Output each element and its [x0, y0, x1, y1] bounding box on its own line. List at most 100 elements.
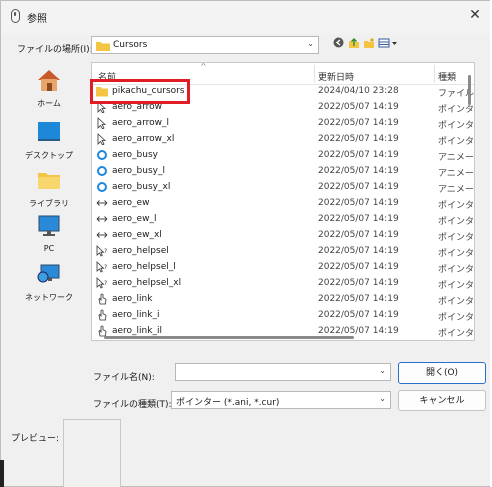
place-desktop-label: デスクトップ	[25, 151, 73, 160]
look-in-combobox[interactable]: Cursors ⌄	[91, 36, 319, 54]
list-item[interactable]: ? aero_helpsel_xl 2022/05/07 14:19 ポインター	[92, 275, 474, 291]
place-home-label: ホーム	[37, 99, 61, 108]
list-item[interactable]: aero_link_i 2022/05/07 14:19 ポインター	[92, 307, 474, 323]
list-item[interactable]: aero_ew_l 2022/05/07 14:19 ポインター	[92, 211, 474, 227]
list-item[interactable]: aero_link 2022/05/07 14:19 ポインター	[92, 291, 474, 307]
file-date: 2022/05/07 14:19	[318, 150, 399, 160]
chevron-down-icon: ⌄	[307, 39, 314, 48]
hand-cursor-icon	[98, 309, 107, 321]
chevron-down-icon: ⌄	[379, 366, 386, 375]
filename-label: ファイル名(N):	[93, 373, 155, 383]
list-item[interactable]: aero_ew_xl 2022/05/07 14:19 ポインター	[92, 227, 474, 243]
hand-cursor-icon	[98, 293, 107, 305]
file-name: aero_ew	[112, 198, 150, 208]
mouse-icon	[11, 9, 20, 23]
open-button[interactable]: 開く(O)	[398, 362, 486, 384]
list-item[interactable]: aero_busy_l 2022/05/07 14:19 アニメーシ	[92, 163, 474, 179]
arrow-cursor-icon	[97, 117, 107, 129]
file-date: 2022/05/07 14:19	[318, 278, 399, 288]
list-item[interactable]: ? aero_helpsel 2022/05/07 14:19 ポインター	[92, 243, 474, 259]
file-date: 2022/05/07 14:19	[318, 198, 399, 208]
file-date: 2022/05/07 14:19	[318, 182, 399, 192]
home-icon	[38, 70, 60, 91]
file-date: 2022/05/07 14:19	[318, 102, 399, 112]
file-name: aero_helpsel_l	[112, 262, 176, 272]
column-header-date[interactable]: 更新日時	[318, 70, 354, 83]
place-library[interactable]: ライブラリ	[9, 167, 89, 209]
list-item[interactable]: aero_ew 2022/05/07 14:19 ポインター	[92, 195, 474, 211]
place-desktop[interactable]: デスクトップ	[9, 119, 89, 161]
scrollbar-thumb[interactable]	[468, 75, 471, 105]
window-title: 参照	[27, 14, 47, 25]
highlight-box	[90, 79, 190, 104]
file-name: aero_link_i	[112, 310, 160, 320]
list-item[interactable]: aero_arrow_l 2022/05/07 14:19 ポインター	[92, 115, 474, 131]
list-item[interactable]: ? aero_helpsel_l 2022/05/07 14:19 ポインター	[92, 259, 474, 275]
place-network[interactable]: ネットワーク	[9, 261, 89, 303]
resize-ew-icon	[96, 200, 108, 206]
file-date: 2022/05/07 14:19	[318, 310, 399, 320]
place-pc[interactable]: PC	[9, 213, 89, 253]
busy-ring-icon	[97, 182, 107, 192]
library-folder-icon	[38, 173, 60, 189]
open-file-dialog: 参照 ✕ ファイルの場所(I): Cursors ⌄ ホーム デスクトップ ライ…	[0, 0, 492, 487]
chevron-down-icon: ⌄	[379, 394, 386, 403]
file-name: aero_busy	[112, 150, 158, 160]
close-button[interactable]: ✕	[467, 7, 483, 23]
list-item[interactable]: aero_busy_xl 2022/05/07 14:19 アニメーシ	[92, 179, 474, 195]
busy-ring-icon	[97, 150, 107, 160]
svg-text:?: ?	[104, 264, 107, 271]
file-name: aero_busy_l	[112, 166, 165, 176]
horizontal-scrollbar[interactable]	[92, 334, 468, 340]
file-date: 2022/05/07 14:19	[318, 246, 399, 256]
file-date: 2022/05/07 14:19	[318, 230, 399, 240]
file-name: aero_link	[112, 294, 153, 304]
folder-icon	[96, 42, 110, 51]
new-folder-button[interactable]	[363, 37, 375, 49]
place-pc-label: PC	[43, 244, 55, 253]
list-item[interactable]: aero_arrow_xl 2022/05/07 14:19 ポインター	[92, 131, 474, 147]
scrollbar-thumb[interactable]	[104, 336, 354, 339]
place-home[interactable]: ホーム	[9, 67, 89, 109]
file-name: aero_arrow_l	[112, 118, 169, 128]
file-name: aero_ew_xl	[112, 230, 162, 240]
filename-combobox[interactable]: ⌄	[175, 363, 391, 381]
vertical-scrollbar[interactable]	[466, 63, 474, 340]
column-header-type[interactable]: 種類	[438, 70, 456, 83]
filetype-value: ポインター (*.ani, *.cur)	[176, 398, 280, 408]
title-bar: 参照 ✕	[1, 1, 491, 33]
cancel-button[interactable]: キャンセル	[398, 390, 486, 411]
help-cursor-icon: ?	[96, 245, 107, 257]
file-name: aero_busy_xl	[112, 182, 171, 192]
preview-pane	[63, 419, 121, 487]
pc-monitor-icon	[38, 215, 60, 236]
resize-ew-icon	[96, 232, 108, 238]
back-button[interactable]	[333, 37, 344, 49]
places-bar: ホーム デスクトップ ライブラリ PC ネットワーク	[9, 59, 89, 341]
place-library-label: ライブラリ	[29, 199, 69, 208]
view-menu-button[interactable]	[378, 37, 398, 49]
back-arrow-icon	[333, 37, 344, 48]
filetype-combobox[interactable]: ポインター (*.ani, *.cur) ⌄	[171, 391, 391, 409]
arrow-cursor-icon	[97, 133, 107, 145]
file-date: 2024/04/10 23:28	[318, 86, 399, 96]
network-icon	[37, 264, 60, 283]
file-name: aero_ew_l	[112, 214, 157, 224]
up-folder-icon	[349, 38, 359, 48]
file-name: aero_helpsel	[112, 246, 169, 256]
filetype-label: ファイルの種類(T):	[93, 400, 172, 410]
look-in-label: ファイルの場所(I):	[17, 45, 93, 55]
view-list-icon	[378, 38, 397, 48]
file-date: 2022/05/07 14:19	[318, 166, 399, 176]
up-folder-button[interactable]	[348, 37, 360, 49]
help-cursor-icon: ?	[96, 261, 107, 273]
list-item[interactable]: aero_busy 2022/05/07 14:19 アニメーシ	[92, 147, 474, 163]
resize-ew-icon	[96, 216, 108, 222]
help-cursor-icon: ?	[96, 277, 107, 289]
desktop-icon	[38, 122, 60, 141]
file-date: 2022/05/07 14:19	[318, 118, 399, 128]
preview-label: プレビュー:	[11, 434, 60, 444]
file-date: 2022/05/07 14:19	[318, 214, 399, 224]
sort-ascending-icon: ^	[200, 62, 207, 71]
busy-ring-icon	[97, 166, 107, 176]
